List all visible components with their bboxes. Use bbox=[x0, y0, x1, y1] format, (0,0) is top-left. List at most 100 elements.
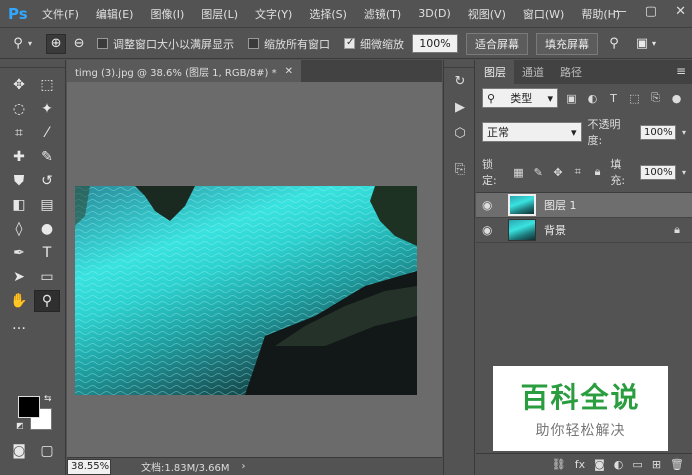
document-tab[interactable]: timg (3).jpg @ 38.6% (图层 1, RGB/8#) * ✕ bbox=[67, 60, 302, 82]
tab-layers[interactable]: 图层 bbox=[476, 60, 514, 84]
crop-tool-icon[interactable]: ⌗ bbox=[6, 122, 32, 144]
search-icon[interactable]: ⚲ bbox=[604, 34, 624, 54]
filter-toggle-icon[interactable]: ● bbox=[669, 92, 684, 105]
3d-panel-icon[interactable]: ⬡ bbox=[444, 120, 476, 146]
shape-tool-icon[interactable]: ▭ bbox=[34, 266, 60, 288]
new-layer-icon[interactable]: ⊞ bbox=[652, 458, 661, 471]
lock-transparent-icon[interactable]: ▦ bbox=[512, 166, 526, 179]
menu-view[interactable]: 视图(V) bbox=[468, 6, 506, 22]
link-layers-icon[interactable]: ⛓ bbox=[552, 458, 566, 471]
lock-image-icon[interactable]: ✎ bbox=[531, 166, 545, 179]
strip-grip[interactable] bbox=[444, 60, 474, 68]
actions-play-icon[interactable]: ▶ bbox=[444, 94, 476, 120]
lasso-tool-icon[interactable]: ◌ bbox=[6, 98, 32, 120]
type-tool-icon[interactable]: T bbox=[34, 242, 60, 264]
zoom-all-windows-option[interactable]: 缩放所有窗口 bbox=[248, 36, 330, 52]
tab-paths[interactable]: 路径 bbox=[552, 60, 590, 84]
visibility-eye-icon[interactable]: ◉ bbox=[482, 223, 498, 237]
status-menu-chevron-icon[interactable]: › bbox=[242, 461, 246, 472]
canvas-background[interactable] bbox=[67, 82, 442, 457]
add-mask-icon[interactable]: ◙ bbox=[594, 458, 605, 471]
gradient-tool-icon[interactable]: ▤ bbox=[34, 194, 60, 216]
document-image[interactable] bbox=[75, 186, 417, 395]
opacity-chevron-icon[interactable]: ▾ bbox=[682, 128, 686, 137]
toolbar-grip[interactable] bbox=[0, 60, 65, 68]
layer-row[interactable]: ◉ 背景 🔒︎ bbox=[476, 218, 692, 243]
fit-screen-button[interactable]: 适合屏幕 bbox=[466, 32, 529, 55]
eyedropper-tool-icon[interactable]: ⁄ bbox=[34, 122, 60, 144]
screen-mode-icon[interactable]: ▢ bbox=[34, 440, 60, 462]
marquee-tool-icon[interactable]: ⬚ bbox=[34, 74, 60, 96]
default-colors-icon[interactable]: ◩ bbox=[16, 421, 24, 430]
close-icon[interactable]: ✕ bbox=[675, 4, 686, 19]
minimize-icon[interactable]: — bbox=[614, 4, 627, 19]
zoom-out-icon[interactable]: ⊖ bbox=[69, 34, 89, 54]
filter-type-icon[interactable]: T bbox=[606, 92, 621, 105]
blend-mode-select[interactable]: 正常 ▾ bbox=[482, 122, 582, 142]
resize-windows-option[interactable]: 调整窗口大小以满屏显示 bbox=[97, 36, 234, 52]
brush-tool-icon[interactable]: ✎ bbox=[34, 146, 60, 168]
eraser-tool-icon[interactable]: ◧ bbox=[6, 194, 32, 216]
dodge-tool-icon[interactable]: ● bbox=[34, 218, 60, 240]
path-selection-tool-icon[interactable]: ➤ bbox=[6, 266, 32, 288]
menu-3d[interactable]: 3D(D) bbox=[418, 7, 451, 20]
panel-menu-icon[interactable]: ≡ bbox=[676, 64, 686, 78]
filter-pixel-icon[interactable]: ▣ bbox=[564, 92, 579, 105]
lock-position-icon[interactable]: ✥ bbox=[551, 166, 565, 179]
more-tools-icon[interactable]: … bbox=[6, 314, 32, 336]
filter-smart-object-icon[interactable]: ⎘ bbox=[648, 91, 663, 105]
properties-panel-icon[interactable]: ⎘ bbox=[444, 156, 476, 182]
zoom-100-button[interactable]: 100% bbox=[412, 34, 459, 53]
filter-shape-icon[interactable]: ⬚ bbox=[627, 92, 642, 105]
lock-artboard-icon[interactable]: ⌗ bbox=[571, 165, 585, 179]
layer-row[interactable]: ◉ 图层 1 bbox=[476, 193, 692, 218]
hand-tool-icon[interactable]: ✋ bbox=[6, 290, 32, 312]
opacity-field[interactable]: 100% bbox=[639, 124, 676, 140]
adjustment-layer-icon[interactable]: ◐ bbox=[614, 458, 624, 471]
visibility-eye-icon[interactable]: ◉ bbox=[482, 198, 498, 212]
workspace-chevron-icon[interactable]: ▾ bbox=[652, 39, 656, 48]
delete-layer-icon[interactable]: 🗑︎ bbox=[670, 458, 684, 471]
zoom-all-windows-checkbox[interactable] bbox=[248, 38, 260, 49]
tab-channels[interactable]: 通道 bbox=[514, 60, 552, 84]
foreground-color-swatch[interactable] bbox=[18, 396, 40, 418]
zoom-in-icon[interactable]: ⊕ bbox=[46, 33, 67, 54]
healing-brush-tool-icon[interactable]: ✚ bbox=[6, 146, 32, 168]
swap-colors-icon[interactable]: ⇆ bbox=[44, 394, 52, 404]
fill-field[interactable]: 100% bbox=[640, 164, 677, 180]
kind-filter-select[interactable]: ⚲ 类型 ▾ bbox=[482, 88, 558, 108]
scrubby-zoom-option[interactable]: 细微缩放 bbox=[344, 36, 404, 52]
pen-tool-icon[interactable]: ✒ bbox=[6, 242, 32, 264]
new-group-icon[interactable]: ▭ bbox=[632, 458, 642, 471]
magic-wand-tool-icon[interactable]: ✦ bbox=[34, 98, 60, 120]
layer-style-fx-icon[interactable]: fx bbox=[575, 458, 585, 471]
menu-file[interactable]: 文件(F) bbox=[42, 6, 79, 22]
restore-icon[interactable]: ▢ bbox=[645, 4, 657, 19]
history-brush-tool-icon[interactable]: ↺ bbox=[34, 170, 60, 192]
clone-stamp-tool-icon[interactable]: ⛊ bbox=[6, 170, 32, 192]
fill-chevron-icon[interactable]: ▾ bbox=[682, 168, 686, 177]
zoom-tool-preset[interactable]: ⚲ ▾ bbox=[8, 34, 32, 54]
layer-name[interactable]: 图层 1 bbox=[544, 197, 577, 213]
layer-thumbnail[interactable] bbox=[508, 219, 536, 241]
close-tab-icon[interactable]: ✕ bbox=[285, 66, 293, 77]
resize-windows-checkbox[interactable] bbox=[97, 38, 109, 49]
move-tool-icon[interactable]: ✥ bbox=[6, 74, 32, 96]
layer-thumbnail[interactable] bbox=[508, 194, 536, 216]
menu-filter[interactable]: 滤镜(T) bbox=[364, 6, 401, 22]
layer-name[interactable]: 背景 bbox=[544, 222, 566, 238]
menu-image[interactable]: 图像(I) bbox=[150, 6, 184, 22]
fill-screen-button[interactable]: 填充屏幕 bbox=[536, 32, 599, 55]
lock-all-icon[interactable]: 🔒︎ bbox=[591, 165, 605, 179]
filter-adjustment-icon[interactable]: ◐ bbox=[585, 92, 600, 105]
quick-mask-icon[interactable]: ◙ bbox=[6, 440, 32, 462]
menu-edit[interactable]: 编辑(E) bbox=[96, 6, 134, 22]
history-panel-icon[interactable]: ↻ bbox=[444, 68, 476, 94]
scrubby-zoom-checkbox[interactable] bbox=[344, 37, 356, 49]
workspace-icon[interactable]: ▣ bbox=[632, 34, 652, 54]
zoom-tool-icon[interactable]: ⚲ bbox=[34, 290, 60, 312]
zoom-percentage-field[interactable]: 38.55% bbox=[67, 458, 111, 475]
blur-tool-icon[interactable]: ◊ bbox=[6, 218, 32, 240]
menu-type[interactable]: 文字(Y) bbox=[255, 6, 292, 22]
menu-layer[interactable]: 图层(L) bbox=[201, 6, 238, 22]
